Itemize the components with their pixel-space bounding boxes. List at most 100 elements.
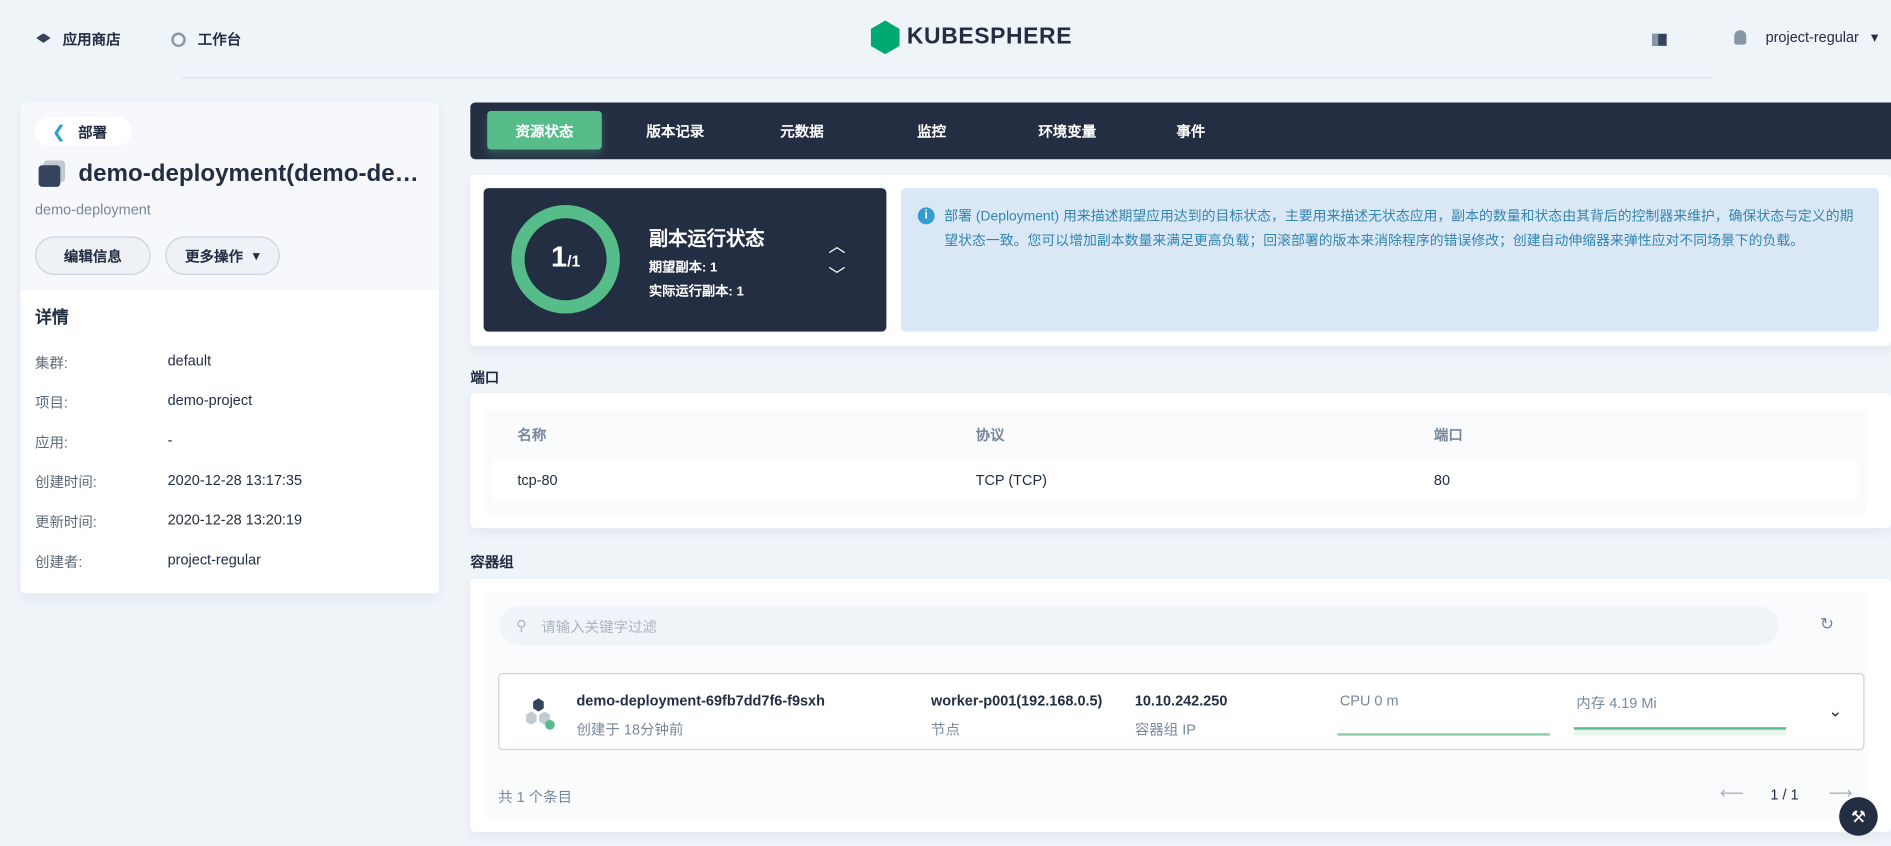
edit-label: 编辑信息 xyxy=(63,247,122,265)
pod-row[interactable]: demo-deployment-69fb7dd7f6-f9sxh 创建于 18分… xyxy=(498,672,1865,751)
detail-value: 2020-12-28 13:20:19 xyxy=(167,511,303,529)
detail-key: 创建者: xyxy=(34,553,83,571)
workbench-link[interactable]: 工作台 xyxy=(171,29,241,50)
back-label: 部署 xyxy=(78,123,108,141)
page-indicator: 1 / 1 xyxy=(1770,786,1799,804)
col-protocol: 协议 xyxy=(975,426,1005,444)
ports-table: 名称 协议 端口 tcp-80 TCP (TCP) 80 xyxy=(483,410,1867,514)
detail-key: 项目: xyxy=(34,394,68,412)
user-icon xyxy=(1734,30,1747,45)
total-count: 共 1 个条目 xyxy=(498,788,573,806)
kubesphere-logo[interactable]: KUBESPHERE xyxy=(870,20,1072,55)
detail-key: 创建时间: xyxy=(34,473,97,491)
scale-up-icon[interactable]: ︿ xyxy=(829,234,846,258)
app-store-label: 应用商店 xyxy=(62,31,121,49)
memory-sparkline xyxy=(1573,727,1787,736)
search-placeholder: 请输入关键字过滤 xyxy=(541,618,658,635)
pod-search-input[interactable]: ⚲ 请输入关键字过滤 xyxy=(499,606,1779,646)
cpu-usage: CPU 0 m xyxy=(1339,692,1399,710)
status-card: 1/1 副本运行状态 期望副本: 1 实际运行副本: 1 ︿ ﹀ i 部署 (D… xyxy=(470,174,1891,347)
dashboard-icon xyxy=(171,31,186,47)
tab-monitoring[interactable]: 监控 xyxy=(892,111,970,150)
col-port: 端口 xyxy=(1433,426,1463,444)
pods-panel: ⚲ 请输入关键字过滤 ↻ demo-deployment-69fb7dd7f6-f… xyxy=(483,592,1867,819)
port-protocol: TCP (TCP) xyxy=(975,471,1047,489)
detail-row: 项目: demo-project xyxy=(35,392,252,413)
replica-current: 1 xyxy=(551,241,568,274)
col-name: 名称 xyxy=(517,426,547,444)
info-banner: i 部署 (Deployment) 用来描述期望应用达到的目标状态，主要用来描述… xyxy=(900,188,1879,332)
detail-value: project-regular xyxy=(167,551,261,569)
caret-down-icon: ▾ xyxy=(252,247,260,265)
memory-usage: 内存 4.19 Mi xyxy=(1576,694,1657,712)
detail-row: 创建时间: 2020-12-28 13:17:35 xyxy=(35,472,302,493)
pod-name[interactable]: demo-deployment-69fb7dd7f6-f9sxh xyxy=(576,692,824,709)
pods-card: ⚲ 请输入关键字过滤 ↻ demo-deployment-69fb7dd7f6-f… xyxy=(470,578,1891,833)
tab-environment[interactable]: 环境变量 xyxy=(1019,111,1115,150)
detail-key: 更新时间: xyxy=(34,513,97,531)
detail-key: 集群: xyxy=(34,354,68,372)
detail-value: 2020-12-28 13:17:35 xyxy=(167,471,303,489)
deployment-icon xyxy=(38,165,61,187)
detail-row: 应用: - xyxy=(35,432,172,453)
tab-metadata[interactable]: 元数据 xyxy=(760,111,844,150)
detail-key: 应用: xyxy=(34,434,68,452)
more-label: 更多操作 xyxy=(185,247,243,265)
info-text: 部署 (Deployment) 用来描述期望应用达到的目标状态，主要用来描述无状… xyxy=(944,209,1854,249)
user-menu[interactable]: project-regular ▾ xyxy=(1734,29,1878,46)
docs-icon[interactable] xyxy=(1652,33,1667,46)
chevron-left-icon: ❮ xyxy=(51,121,67,141)
top-header: 应用商店 工作台 KUBESPHERE project-regular ▾ xyxy=(0,0,1891,77)
logo-icon xyxy=(870,20,900,55)
ip-label: 容器组 IP xyxy=(1134,721,1196,739)
pod-created: 创建于 18分钟前 xyxy=(576,721,684,739)
page-subtitle: demo-deployment xyxy=(34,201,151,219)
detail-value: - xyxy=(167,431,173,449)
edit-info-button[interactable]: 编辑信息 xyxy=(34,236,151,275)
prev-page-icon[interactable]: ⟵ xyxy=(1720,783,1744,804)
workbench-label: 工作台 xyxy=(197,31,242,49)
tab-revision-records[interactable]: 版本记录 xyxy=(627,111,723,150)
table-row: tcp-80 TCP (TCP) 80 xyxy=(493,458,1858,501)
scale-down-icon[interactable]: ﹀ xyxy=(829,263,846,287)
tab-events[interactable]: 事件 xyxy=(1158,111,1224,150)
detail-row: 更新时间: 2020-12-28 13:20:19 xyxy=(35,511,302,532)
expand-chevron-icon[interactable]: ⌄ xyxy=(1828,701,1842,722)
toolbox-hammer-icon[interactable]: ⚒ xyxy=(1839,797,1878,836)
tab-resource-status[interactable]: 资源状态 xyxy=(487,110,602,150)
replica-count: 1/1 xyxy=(511,241,620,275)
header-divider xyxy=(180,77,1713,79)
detail-row: 集群: default xyxy=(35,352,211,373)
port-name: tcp-80 xyxy=(517,471,558,489)
node-label: 节点 xyxy=(931,721,960,739)
replica-title: 副本运行状态 xyxy=(648,229,765,250)
replica-status-panel: 1/1 副本运行状态 期望副本: 1 实际运行副本: 1 ︿ ﹀ xyxy=(483,188,887,332)
refresh-icon[interactable]: ↻ xyxy=(1820,614,1834,635)
replica-total: /1 xyxy=(567,252,581,271)
caret-down-icon: ▾ xyxy=(1870,28,1879,46)
desired-replicas: 期望副本: 1 xyxy=(648,260,718,275)
pod-node: worker-p001(192.168.0.5) xyxy=(931,692,1103,710)
more-actions-button[interactable]: 更多操作 ▾ xyxy=(165,236,280,275)
pod-icon xyxy=(525,698,555,730)
details-heading: 详情 xyxy=(34,307,69,327)
actual-replicas: 实际运行副本: 1 xyxy=(648,284,744,300)
pods-heading: 容器组 xyxy=(470,553,514,571)
ports-heading: 端口 xyxy=(470,369,500,386)
detail-sidebar: ❮ 部署 demo-deployment(demo-depl... demo-de… xyxy=(20,102,439,594)
detail-value: demo-project xyxy=(167,391,253,409)
back-button[interactable]: ❮ 部署 xyxy=(34,116,132,146)
detail-value: default xyxy=(167,352,212,370)
port-number: 80 xyxy=(1433,471,1451,489)
detail-row: 创建者: project-regular xyxy=(35,551,261,572)
page-title: demo-deployment(demo-depl... xyxy=(78,160,429,187)
pod-ip: 10.10.242.250 xyxy=(1134,692,1228,710)
cpu-sparkline xyxy=(1337,733,1550,736)
ports-card: 名称 协议 端口 tcp-80 TCP (TCP) 80 xyxy=(470,393,1891,529)
layers-icon xyxy=(36,33,51,43)
info-icon: i xyxy=(917,207,935,225)
tab-bar: 资源状态 版本记录 元数据 监控 环境变量 事件 xyxy=(470,102,1891,160)
app-store-link[interactable]: 应用商店 xyxy=(36,29,121,50)
search-icon: ⚲ xyxy=(516,617,527,635)
status-running-dot xyxy=(545,719,555,730)
